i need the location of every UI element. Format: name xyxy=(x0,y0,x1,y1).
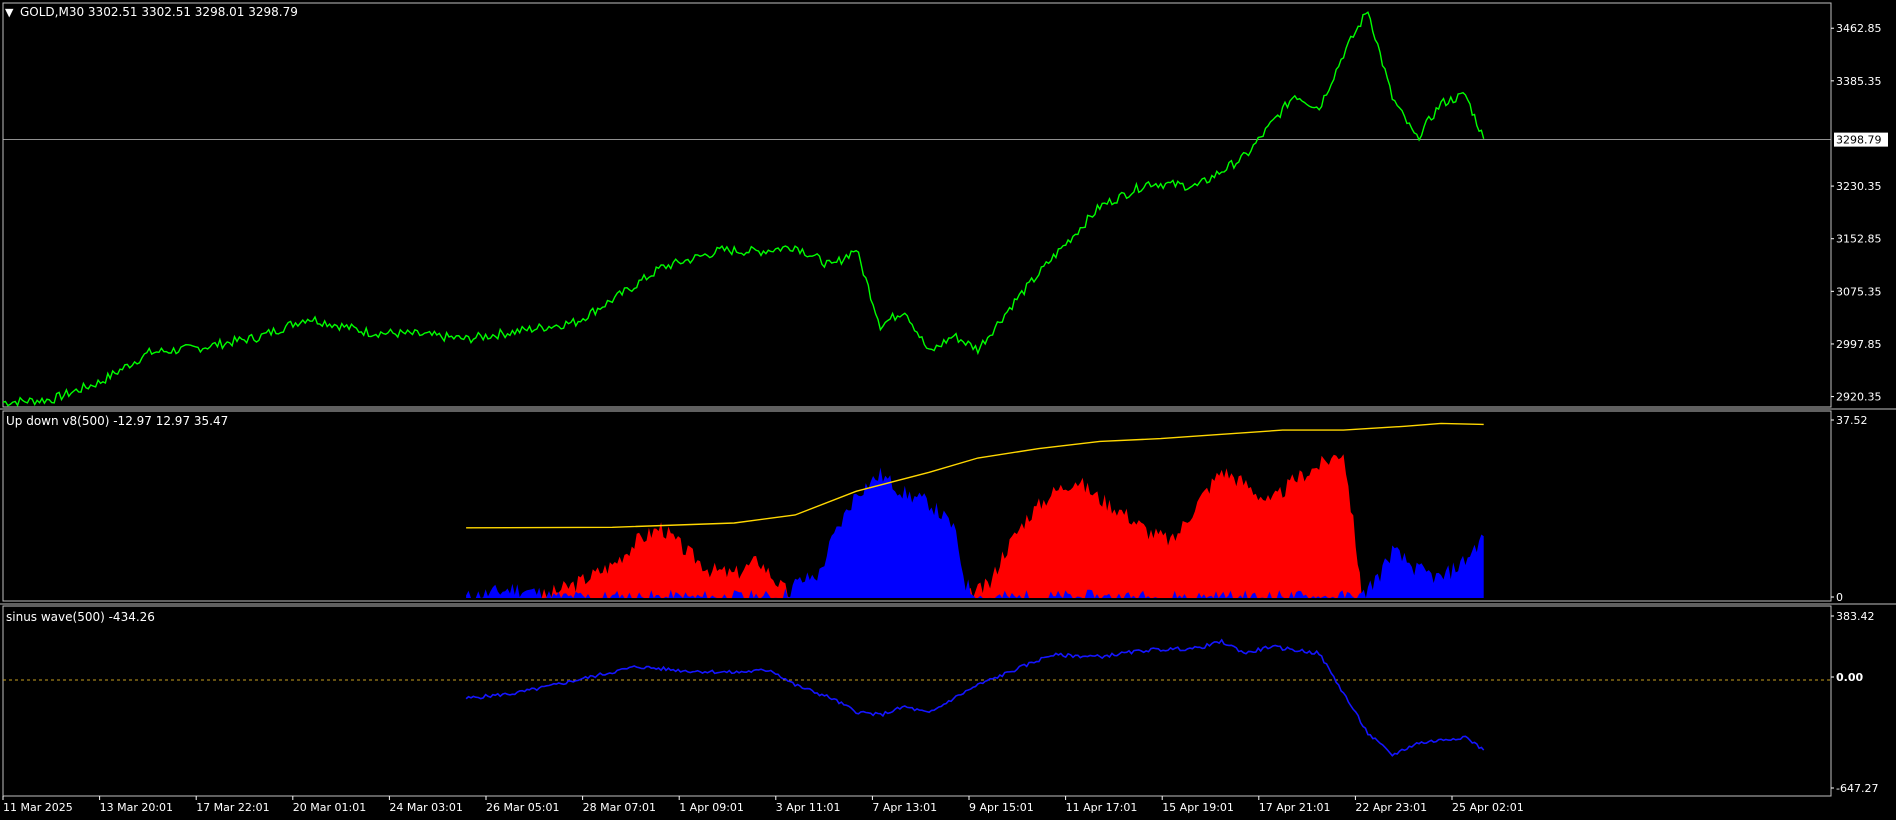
time-tick-label: 7 Apr 13:01 xyxy=(872,801,937,814)
updown-axis-bottom-label: 0 xyxy=(1836,591,1843,604)
sine-axis-bottom-label: -647.27 xyxy=(1836,782,1878,795)
time-tick-label: 22 Apr 23:01 xyxy=(1355,801,1427,814)
time-tick-label: 3 Apr 11:01 xyxy=(776,801,841,814)
price-axis-ticks: 3462.85 3385.35 3230.35 3152.85 3075.35 2997.… xyxy=(1831,22,1882,404)
time-tick-label: 13 Mar 20:01 xyxy=(100,801,173,814)
time-tick-label: 25 Apr 02:01 xyxy=(1452,801,1524,814)
price-tick-label: 3462.85 xyxy=(1836,22,1882,35)
time-tick-label: 15 Apr 19:01 xyxy=(1162,801,1234,814)
time-tick-label: 11 Apr 17:01 xyxy=(1066,801,1138,814)
price-tick-label: 3075.35 xyxy=(1836,285,1882,298)
time-tick-label: 11 Mar 2025 xyxy=(3,801,73,814)
time-tick-label: 20 Mar 01:01 xyxy=(293,801,366,814)
time-tick-label: 26 Mar 05:01 xyxy=(486,801,559,814)
price-tick-label: 2997.85 xyxy=(1836,338,1882,351)
time-tick-label: 9 Apr 15:01 xyxy=(969,801,1034,814)
updown-pane-header: Up down v8(500) -12.97 12.97 35.47 xyxy=(6,414,228,428)
price-tick-label: 3230.35 xyxy=(1836,180,1882,193)
trading-chart[interactable]: ▼ GOLD,M30 3302.51 3302.51 3298.01 3298.… xyxy=(0,0,1896,820)
price-pane-header: GOLD,M30 3302.51 3302.51 3298.01 3298.79 xyxy=(20,5,298,19)
updown-axis-top-label: 37.52 xyxy=(1836,414,1868,427)
time-tick-label: 17 Mar 22:01 xyxy=(196,801,269,814)
current-price-label: 3298.79 xyxy=(1836,134,1882,147)
sinus-wave-line xyxy=(465,638,1485,757)
chart-frames xyxy=(0,2,1896,797)
price-tick-label: 3152.85 xyxy=(1836,233,1882,246)
time-tick-label: 1 Apr 09:01 xyxy=(679,801,744,814)
price-tick-label: 3385.35 xyxy=(1836,75,1882,88)
price-pane[interactable]: ▼ GOLD,M30 3302.51 3302.51 3298.01 3298.… xyxy=(2,5,1888,408)
time-tick-label: 28 Mar 07:01 xyxy=(583,801,656,814)
time-tick-label: 24 Mar 03:01 xyxy=(389,801,462,814)
time-axis: 11 Mar 2025 13 Mar 20:01 17 Mar 22:01 20 Ma… xyxy=(2,796,1524,814)
updown-pane[interactable]: Up down v8(500) -12.97 12.97 35.47 37.52… xyxy=(6,414,1868,604)
sine-axis-zero-label: 0.00 xyxy=(1836,671,1863,684)
time-tick-label: 17 Apr 21:01 xyxy=(1259,801,1331,814)
pane-frame xyxy=(2,605,1832,797)
sine-axis-top-label: 383.42 xyxy=(1836,610,1875,623)
price-tick-label: 2920.35 xyxy=(1836,391,1882,404)
chart-menu-arrow-icon[interactable]: ▼ xyxy=(5,6,14,19)
sinus-wave-pane[interactable]: sinus wave(500) -434.26 383.42 0.00 -647… xyxy=(3,610,1878,795)
sine-pane-header: sinus wave(500) -434.26 xyxy=(6,610,155,624)
price-series-line xyxy=(2,11,1485,408)
pane-frame xyxy=(2,2,1832,408)
